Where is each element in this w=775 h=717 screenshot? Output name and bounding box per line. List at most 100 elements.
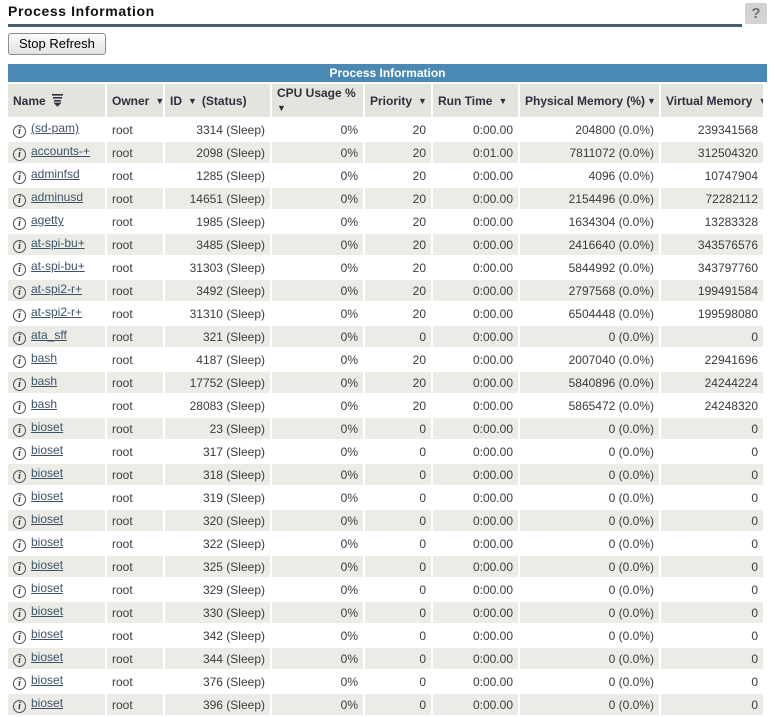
process-name-link[interactable]: bioset: [31, 535, 63, 549]
owner-cell: root: [107, 671, 163, 692]
info-icon[interactable]: i: [13, 263, 26, 276]
info-icon[interactable]: i: [13, 309, 26, 322]
column-label: Virtual Memory: [666, 94, 752, 108]
sort-dropdown-icon[interactable]: ▼: [188, 94, 197, 108]
help-icon[interactable]: ?: [745, 3, 767, 24]
process-name-link[interactable]: adminusd: [31, 190, 83, 204]
info-icon[interactable]: i: [13, 355, 26, 368]
process-name-link[interactable]: agetty: [31, 213, 64, 227]
info-icon[interactable]: i: [13, 608, 26, 621]
sort-dropdown-icon[interactable]: ▼: [647, 94, 656, 108]
info-icon[interactable]: i: [13, 516, 26, 529]
owner-cell: root: [107, 464, 163, 485]
cpu-usage-cell: 0%: [272, 694, 363, 715]
sort-dropdown-icon[interactable]: ▼: [418, 94, 427, 108]
process-name-link[interactable]: bioset: [31, 627, 63, 641]
sort-active-icon[interactable]: [51, 93, 64, 107]
info-icon[interactable]: i: [13, 148, 26, 161]
table-row: iat-spi-bu+ root 31303 (Sleep) 0% 20 0:0…: [8, 257, 763, 278]
info-icon-glyph: i: [18, 701, 21, 712]
table-row: iata_sff root 321 (Sleep) 0% 0 0:00.00 0…: [8, 326, 763, 347]
id-status-cell: 23 (Sleep): [165, 418, 270, 439]
owner-cell: root: [107, 441, 163, 462]
info-icon[interactable]: i: [13, 700, 26, 713]
info-icon[interactable]: i: [13, 493, 26, 506]
process-name-link[interactable]: (sd-pam): [31, 121, 79, 135]
owner-cell: root: [107, 142, 163, 163]
virtual-memory-cell: 239341568: [661, 119, 763, 140]
run-time-cell: 0:00.00: [433, 326, 518, 347]
process-name-link[interactable]: bioset: [31, 558, 63, 572]
info-icon[interactable]: i: [13, 194, 26, 207]
process-name-link[interactable]: bash: [31, 374, 57, 388]
owner-cell: root: [107, 418, 163, 439]
info-icon[interactable]: i: [13, 217, 26, 230]
info-icon[interactable]: i: [13, 470, 26, 483]
info-icon[interactable]: i: [13, 447, 26, 460]
info-icon[interactable]: i: [13, 401, 26, 414]
process-name-link[interactable]: bioset: [31, 443, 63, 457]
process-name-cell: ibash: [8, 349, 105, 370]
process-name-link[interactable]: accounts-+: [31, 144, 90, 158]
owner-cell: root: [107, 188, 163, 209]
priority-cell: 20: [365, 280, 431, 301]
process-name-link[interactable]: bioset: [31, 420, 63, 434]
physical-memory-cell: 0 (0.0%): [520, 671, 659, 692]
process-name-cell: ibioset: [8, 602, 105, 623]
virtual-memory-cell: 72282112: [661, 188, 763, 209]
info-icon[interactable]: i: [13, 677, 26, 690]
process-name-link[interactable]: at-spi-bu+: [31, 236, 85, 250]
process-name-link[interactable]: bioset: [31, 489, 63, 503]
process-name-link[interactable]: bioset: [31, 466, 63, 480]
stop-refresh-button[interactable]: Stop Refresh: [8, 33, 106, 55]
virtual-memory-cell: 24248320: [661, 395, 763, 416]
process-name-link[interactable]: at-spi2-r+: [31, 282, 82, 296]
id-status-cell: 325 (Sleep): [165, 556, 270, 577]
sort-dropdown-icon[interactable]: ▼: [498, 94, 507, 108]
table-title-bar: Process Information: [8, 64, 767, 82]
process-name-link[interactable]: at-spi-bu+: [31, 259, 85, 273]
process-name-link[interactable]: ata_sff: [31, 328, 67, 342]
sort-dropdown-icon[interactable]: ▼: [758, 94, 763, 108]
info-icon[interactable]: i: [13, 654, 26, 667]
info-icon[interactable]: i: [13, 585, 26, 598]
process-name-link[interactable]: adminfsd: [31, 167, 80, 181]
info-icon[interactable]: i: [13, 286, 26, 299]
info-icon[interactable]: i: [13, 125, 26, 138]
info-icon[interactable]: i: [13, 539, 26, 552]
process-name-link[interactable]: bioset: [31, 581, 63, 595]
run-time-cell: 0:00.00: [433, 303, 518, 324]
info-icon[interactable]: i: [13, 562, 26, 575]
priority-cell: 20: [365, 395, 431, 416]
info-icon[interactable]: i: [13, 378, 26, 391]
table-row: iaccounts-+ root 2098 (Sleep) 0% 20 0:01…: [8, 142, 763, 163]
info-icon[interactable]: i: [13, 240, 26, 253]
info-icon[interactable]: i: [13, 171, 26, 184]
title-underline: Process Information: [8, 3, 742, 27]
info-icon[interactable]: i: [13, 631, 26, 644]
priority-cell: 20: [365, 211, 431, 232]
sort-dropdown-icon[interactable]: ▼: [155, 94, 163, 108]
process-name-cell: ibioset: [8, 625, 105, 646]
run-time-cell: 0:00.00: [433, 119, 518, 140]
process-name-link[interactable]: bioset: [31, 673, 63, 687]
process-name-link[interactable]: bioset: [31, 512, 63, 526]
process-name-link[interactable]: bioset: [31, 696, 63, 710]
info-icon[interactable]: i: [13, 332, 26, 345]
process-name-cell: i at-spi-bu+: [8, 234, 105, 255]
run-time-cell: 0:00.00: [433, 510, 518, 531]
table-row: ibioset root 376 (Sleep) 0% 0 0:00.00 0 …: [8, 671, 763, 692]
process-name-cell: ibash: [8, 372, 105, 393]
owner-cell: root: [107, 234, 163, 255]
info-icon[interactable]: i: [13, 424, 26, 437]
info-icon-glyph: i: [18, 195, 21, 206]
process-name-link[interactable]: bash: [31, 397, 57, 411]
process-name-link[interactable]: bash: [31, 351, 57, 365]
process-name-link[interactable]: bioset: [31, 604, 63, 618]
cpu-usage-cell: 0%: [272, 280, 363, 301]
sort-dropdown-icon[interactable]: ▼: [277, 101, 358, 115]
priority-cell: 20: [365, 349, 431, 370]
physical-memory-cell: 204800 (0.0%): [520, 119, 659, 140]
process-name-link[interactable]: at-spi2-r+: [31, 305, 82, 319]
process-name-link[interactable]: bioset: [31, 650, 63, 664]
